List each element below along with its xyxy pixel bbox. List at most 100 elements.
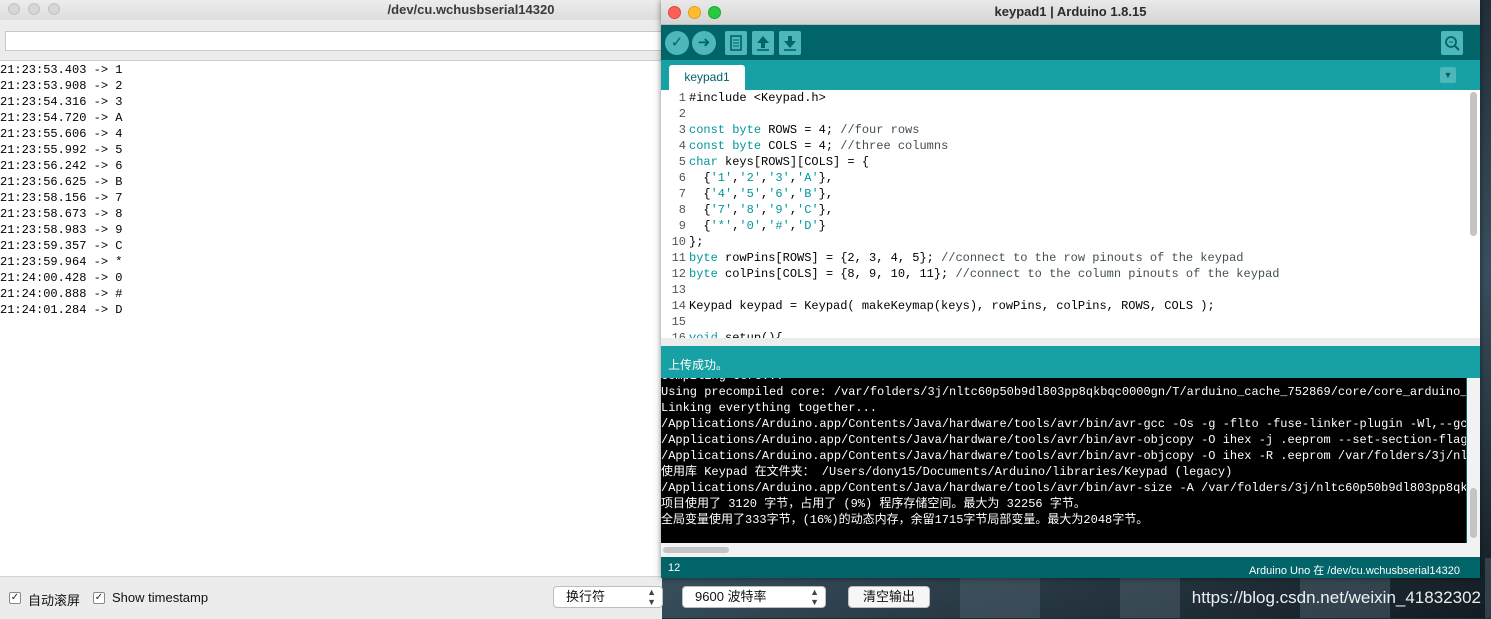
cursor-line-number: 12 bbox=[668, 562, 681, 574]
compiler-console[interactable]: Compiling core...Using precompiled core:… bbox=[661, 378, 1466, 543]
line-number: 12 bbox=[671, 267, 686, 281]
code-line: {'7','8','9','C'}, bbox=[689, 203, 834, 217]
serial-output-line: 21:24:01.284 -> D bbox=[0, 303, 123, 317]
line-number: 11 bbox=[671, 251, 686, 265]
line-number: 14 bbox=[671, 299, 686, 313]
console-horizontal-scrollbar[interactable] bbox=[661, 543, 1480, 557]
console-line: Using precompiled core: /var/folders/3j/… bbox=[661, 385, 1466, 399]
ide-toolbar: ✓ ➜ bbox=[661, 25, 1480, 60]
console-scrollbar[interactable] bbox=[1467, 378, 1480, 543]
serial-output-line: 21:23:56.625 -> B bbox=[0, 175, 123, 189]
code-line: void setup(){ bbox=[689, 331, 783, 338]
serial-output-line: 21:23:59.964 -> * bbox=[0, 255, 123, 269]
autoscroll-label: 自动滚屏 bbox=[28, 593, 81, 608]
code-line: Keypad keypad = Keypad( makeKeymap(keys)… bbox=[689, 299, 1215, 313]
console-line: /Applications/Arduino.app/Contents/Java/… bbox=[661, 449, 1466, 463]
ide-tabbar: keypad1 ▼ bbox=[661, 60, 1480, 90]
line-number: 1 bbox=[678, 91, 686, 105]
ide-title: keypad1 | Arduino 1.8.15 bbox=[994, 4, 1147, 19]
console-line: /Applications/Arduino.app/Contents/Java/… bbox=[661, 481, 1466, 495]
save-icon[interactable] bbox=[779, 31, 801, 55]
code-line: byte colPins[COLS] = {8, 9, 10, 11}; //c… bbox=[689, 267, 1280, 281]
arduino-ide-window: keypad1 | Arduino 1.8.15 ✓ ➜ keypad1 ▼ 1… bbox=[661, 0, 1480, 578]
code-line: char keys[ROWS][COLS] = { bbox=[689, 155, 870, 169]
status-message: 上传成功。 bbox=[668, 358, 729, 372]
serial-output[interactable]: 21:23:53.403 -> 1 21:23:53.908 -> 2 21:23:… bbox=[0, 61, 662, 576]
console-line: Linking everything together... bbox=[661, 401, 878, 415]
serial-output-line: 21:23:58.156 -> 7 bbox=[0, 191, 123, 205]
ide-titlebar: keypad1 | Arduino 1.8.15 bbox=[661, 0, 1480, 25]
tab-menu-chevron-down-icon[interactable]: ▼ bbox=[1440, 67, 1456, 83]
editor-console-divider[interactable] bbox=[661, 338, 1480, 346]
show-timestamp-label: Show timestamp bbox=[112, 590, 209, 605]
serial-output-line: 21:23:55.992 -> 5 bbox=[0, 143, 123, 157]
serial-output-line: 21:23:53.908 -> 2 bbox=[0, 79, 123, 93]
serial-send-input[interactable] bbox=[5, 31, 667, 51]
line-number: 5 bbox=[678, 155, 686, 169]
console-line: 全局变量使用了333字节，(16%)的动态内存，余留1715字节局部变量。最大为… bbox=[661, 513, 1149, 527]
clear-output-button[interactable]: 清空输出 bbox=[848, 586, 930, 608]
code-line: }; bbox=[689, 235, 704, 249]
serial-output-line: 21:23:55.606 -> 4 bbox=[0, 127, 123, 141]
autoscroll-checkbox[interactable]: ✓ bbox=[9, 592, 21, 604]
code-line: {'4','5','6','B'}, bbox=[689, 187, 834, 201]
ide-footer: 12 Arduino Uno 在 /dev/cu.wchusbserial143… bbox=[661, 557, 1480, 578]
serial-bottom-bar: ✓ 自动滚屏 ✓ Show timestamp 换行符 ▲ ▼ 9600 波特率 … bbox=[0, 576, 930, 619]
new-icon[interactable] bbox=[725, 31, 747, 55]
console-line: /Applications/Arduino.app/Contents/Java/… bbox=[661, 433, 1466, 447]
baud-rate-value: 9600 波特率 bbox=[695, 589, 767, 604]
code-editor[interactable]: 1 2 3 4 5 6 7 8 9 10 11 12 13 14 15 16 #include <Keypad… bbox=[661, 90, 1480, 338]
console-line: 项目使用了 3120 字节，占用了 (9%) 程序存储空间。最大为 32256 … bbox=[661, 497, 1086, 511]
serial-output-line: 21:23:59.357 -> C bbox=[0, 239, 123, 253]
code-line: const byte COLS = 4; //three columns bbox=[689, 139, 949, 153]
serial-output-line: 21:23:54.316 -> 3 bbox=[0, 95, 123, 109]
watermark-url: https://blog.csdn.net/weixin_41832302 bbox=[1191, 588, 1481, 607]
line-number: 16 bbox=[671, 331, 686, 338]
line-number: 6 bbox=[678, 171, 686, 185]
upload-icon[interactable]: ➜ bbox=[692, 31, 716, 55]
code-area[interactable]: #include <Keypad.h> const byte ROWS = 4; … bbox=[689, 90, 1464, 338]
chevron-updown-icon: ▲ ▼ bbox=[810, 587, 819, 607]
serial-output-line: 21:23:53.403 -> 1 bbox=[0, 63, 123, 77]
line-number: 8 bbox=[678, 203, 686, 217]
code-line: #include <Keypad.h> bbox=[689, 91, 826, 105]
line-number: 3 bbox=[678, 123, 686, 137]
line-number: 4 bbox=[678, 139, 686, 153]
line-number: 9 bbox=[678, 219, 686, 233]
code-line: byte rowPins[ROWS] = {2, 3, 4, 5}; //con… bbox=[689, 251, 1244, 265]
chevron-updown-icon: ▲ ▼ bbox=[647, 587, 656, 607]
line-number-gutter: 1 2 3 4 5 6 7 8 9 10 11 12 13 14 15 16 bbox=[661, 90, 686, 338]
verify-icon[interactable]: ✓ bbox=[665, 31, 689, 55]
show-timestamp-checkbox[interactable]: ✓ bbox=[93, 592, 105, 604]
line-number: 7 bbox=[678, 187, 686, 201]
serial-monitor-icon[interactable] bbox=[1441, 31, 1463, 55]
code-line: {'*','0','#','D'} bbox=[689, 219, 826, 233]
serial-output-line: 21:23:56.242 -> 6 bbox=[0, 159, 123, 173]
line-ending-value: 换行符 bbox=[566, 589, 606, 604]
serial-monitor-title: /dev/cu.wchusbserial14320 bbox=[387, 2, 555, 17]
serial-output-line: 21:23:54.720 -> A bbox=[0, 111, 123, 125]
line-number: 13 bbox=[671, 283, 686, 297]
code-line: const byte ROWS = 4; //four rows bbox=[689, 123, 920, 137]
serial-monitor-window: /dev/cu.wchusbserial14320 21:23:53.403 -… bbox=[0, 0, 930, 619]
serial-output-line: 21:23:58.673 -> 8 bbox=[0, 207, 123, 221]
console-line: /Applications/Arduino.app/Contents/Java/… bbox=[661, 417, 1466, 431]
line-ending-select[interactable]: 换行符 ▲ ▼ bbox=[553, 586, 663, 608]
console-line: 使用库 Keypad 在文件夹： /Users/dony15/Documents… bbox=[661, 465, 1233, 479]
tab-keypad1[interactable]: keypad1 bbox=[669, 65, 745, 90]
status-bar: 上传成功。 bbox=[661, 346, 1480, 378]
serial-output-line: 21:23:58.983 -> 9 bbox=[0, 223, 123, 237]
baud-rate-select[interactable]: 9600 波特率 ▲ ▼ bbox=[682, 586, 826, 608]
code-line: {'1','2','3','A'}, bbox=[689, 171, 834, 185]
editor-scrollbar[interactable] bbox=[1470, 92, 1477, 236]
serial-send-bar bbox=[0, 20, 667, 61]
line-number: 2 bbox=[678, 107, 686, 121]
serial-output-line: 21:24:00.428 -> 0 bbox=[0, 271, 123, 285]
board-port-info: Arduino Uno 在 /dev/cu.wchusbserial14320 bbox=[1249, 565, 1460, 577]
open-icon[interactable] bbox=[752, 31, 774, 55]
serial-output-line: 21:24:00.888 -> # bbox=[0, 287, 123, 301]
line-number: 10 bbox=[671, 235, 686, 249]
